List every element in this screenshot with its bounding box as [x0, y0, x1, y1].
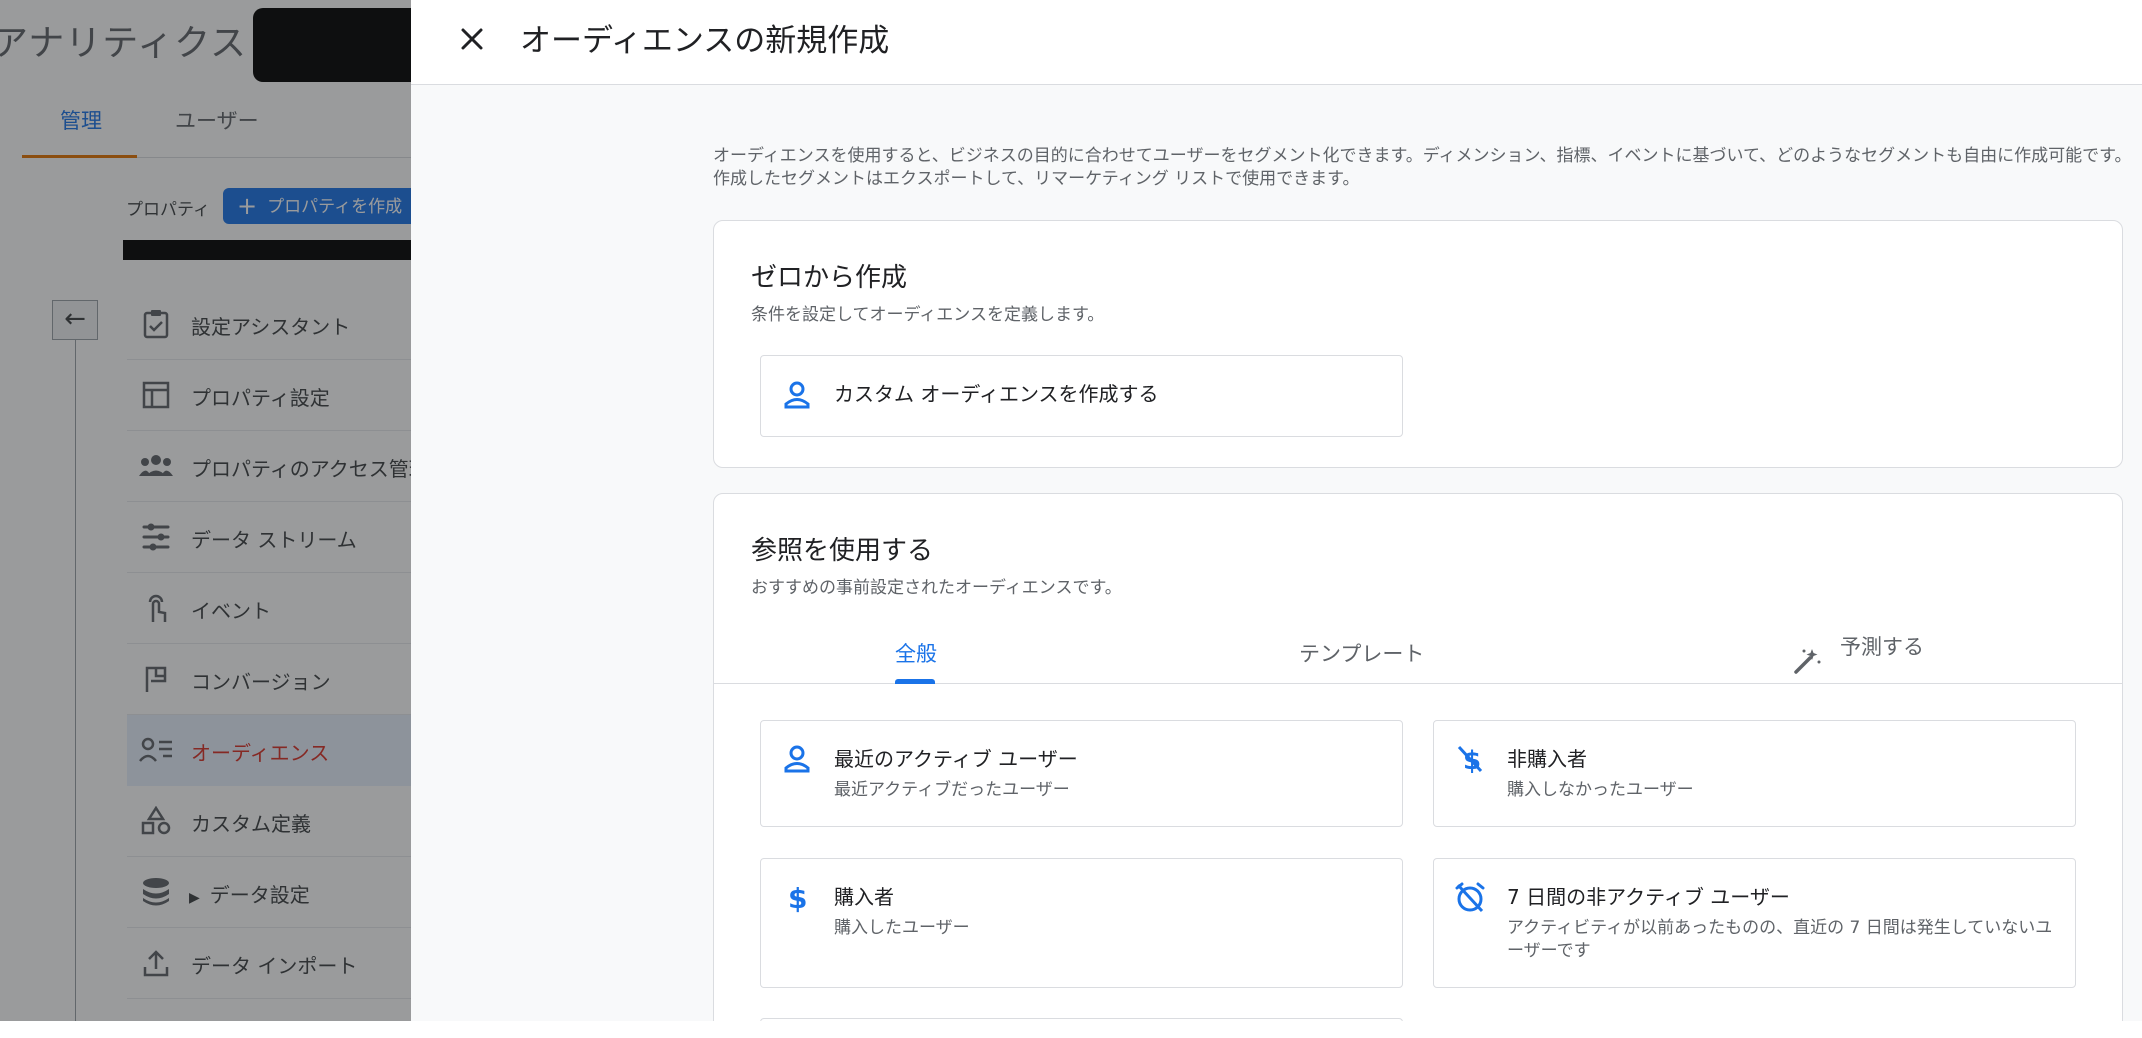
option-title: 最近のアクティブ ユーザー — [834, 747, 1078, 771]
dollar-icon: $ — [781, 881, 813, 913]
alarm-off-icon — [1454, 881, 1486, 913]
option-description: 最近アクティブだったユーザー — [834, 780, 1070, 800]
tab-templates[interactable]: テンプレート — [1299, 624, 1424, 684]
recent-active-users-option[interactable]: 最近のアクティブ ユーザー 最近アクティブだったユーザー — [760, 720, 1403, 827]
non-purchasers-option[interactable]: $ 非購入者 購入しなかったユーザー — [1433, 720, 2076, 827]
svg-text:$: $ — [788, 882, 807, 913]
option-description: アクティビティが以前あったものの、直近の 7 日間は発生していないユーザーです — [1507, 918, 2053, 961]
person-icon — [781, 743, 813, 775]
custom-audience-label: カスタム オーディエンスを作成する — [834, 382, 1159, 406]
next-option-partial[interactable] — [760, 1018, 1403, 1021]
purchasers-option[interactable]: $ 購入者 購入したユーザー — [760, 858, 1403, 988]
scratch-subtitle: 条件を設定してオーディエンスを定義します。 — [751, 305, 1105, 325]
magic-wand-icon — [1792, 639, 1822, 674]
tab-predictive[interactable]: 予測する — [1792, 624, 1972, 684]
intro-text: オーディエンスを使用すると、ビジネスの目的に合わせてユーザーをセグメント化できま… — [713, 146, 2132, 189]
close-icon — [461, 28, 483, 50]
tab-predictive-label: 予測する — [1840, 635, 1924, 659]
inactive-7-day-users-option[interactable]: 7 日間の非アクティブ ユーザー アクティビティが以前あったものの、直近の 7 … — [1433, 858, 2076, 988]
reference-title: 参照を使用する — [751, 536, 934, 566]
modal-scrim[interactable] — [0, 0, 411, 1021]
create-from-scratch-card: ゼロから作成 条件を設定してオーディエンスを定義します。 カスタム オーディエン… — [713, 220, 2123, 468]
custom-audience-option[interactable]: カスタム オーディエンスを作成する — [760, 355, 1403, 437]
close-button[interactable] — [453, 20, 491, 58]
panel-title: オーディエンスの新規作成 — [520, 23, 890, 59]
money-off-icon: $ — [1454, 743, 1486, 775]
use-reference-card: 参照を使用する おすすめの事前設定されたオーディエンスです。 全般 テンプレート… — [713, 493, 2123, 1021]
reference-subtitle: おすすめの事前設定されたオーディエンスです。 — [751, 578, 1122, 598]
option-description: 購入しなかったユーザー — [1507, 780, 1694, 800]
option-description: 購入したユーザー — [834, 918, 970, 938]
option-title: 購入者 — [834, 885, 894, 909]
new-audience-panel: オーディエンスの新規作成 オーディエンスを使用すると、ビジネスの目的に合わせてユ… — [411, 0, 2142, 1021]
tab-general[interactable]: 全般 — [895, 624, 937, 684]
reference-tabs: 全般 テンプレート 予測する — [714, 624, 2122, 684]
option-title: 7 日間の非アクティブ ユーザー — [1507, 885, 1790, 909]
person-icon — [781, 379, 813, 411]
panel-header: オーディエンスの新規作成 — [411, 0, 2142, 85]
option-title: 非購入者 — [1507, 747, 1587, 771]
scratch-title: ゼロから作成 — [751, 263, 908, 293]
tab-active-indicator — [895, 679, 935, 684]
